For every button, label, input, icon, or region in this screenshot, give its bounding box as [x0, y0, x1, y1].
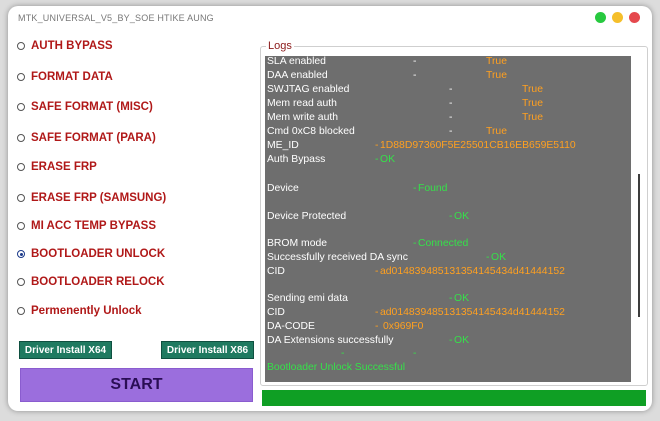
option-label: ERASE FRP [31, 161, 97, 173]
option-label: FORMAT DATA [31, 71, 113, 83]
radio-icon[interactable] [17, 307, 25, 315]
option-label: Permenently Unlock [31, 305, 142, 317]
option-safe-format-para[interactable]: SAFE FORMAT (PARA) [17, 129, 156, 147]
option-label: BOOTLOADER RELOCK [31, 276, 165, 288]
start-button[interactable]: START [20, 368, 253, 402]
option-label: MI ACC TEMP BYPASS [31, 220, 157, 232]
log-output[interactable]: SLA enabled - True DAA enabled - True SWJTAG… [265, 56, 631, 382]
option-safe-format-misc[interactable]: SAFE FORMAT (MISC) [17, 98, 153, 116]
progress-bar [262, 390, 646, 406]
option-label: BOOTLOADER UNLOCK [31, 248, 166, 260]
radio-icon[interactable] [17, 73, 25, 81]
radio-icon[interactable] [17, 42, 25, 50]
radio-icon[interactable] [17, 163, 25, 171]
radio-icon[interactable] [17, 134, 25, 142]
radio-icon[interactable] [17, 278, 25, 286]
radio-icon[interactable] [17, 194, 25, 202]
log-scrollbar[interactable] [638, 174, 640, 317]
option-auth-bypass[interactable]: AUTH BYPASS [17, 37, 113, 55]
option-erase-frp[interactable]: ERASE FRP [17, 158, 97, 176]
option-bootloader-relock[interactable]: BOOTLOADER RELOCK [17, 273, 165, 291]
option-mi-acc-temp-bypass[interactable]: MI ACC TEMP BYPASS [17, 217, 156, 235]
app-window: MTK_UNIVERSAL_V5_BY_SOE HTIKE AUNG AUTH … [8, 6, 652, 411]
logs-title: Logs [266, 40, 294, 52]
driver-install-x64-button[interactable]: Driver Install X64 [19, 341, 112, 359]
radio-selected-icon[interactable] [17, 250, 25, 258]
option-erase-frp-samsung[interactable]: ERASE FRP (SAMSUNG) [17, 189, 166, 207]
close-icon[interactable] [629, 12, 640, 23]
title-bar[interactable]: MTK_UNIVERSAL_V5_BY_SOE HTIKE AUNG [8, 6, 652, 30]
radio-icon[interactable] [17, 222, 25, 230]
option-label: AUTH BYPASS [31, 40, 113, 52]
option-label: ERASE FRP (SAMSUNG) [31, 192, 167, 204]
option-format-data[interactable]: FORMAT DATA [17, 68, 113, 86]
option-bootloader-unlock[interactable]: BOOTLOADER UNLOCK [17, 245, 165, 263]
window-title: MTK_UNIVERSAL_V5_BY_SOE HTIKE AUNG [18, 13, 214, 23]
option-label: SAFE FORMAT (PARA) [31, 132, 156, 144]
driver-install-x86-button[interactable]: Driver Install X86 [161, 341, 254, 359]
option-label: SAFE FORMAT (MISC) [31, 101, 153, 113]
minimize-icon[interactable] [612, 12, 623, 23]
maximize-icon[interactable] [595, 12, 606, 23]
radio-icon[interactable] [17, 103, 25, 111]
option-permenently-unlock[interactable]: Permenently Unlock [17, 302, 142, 320]
